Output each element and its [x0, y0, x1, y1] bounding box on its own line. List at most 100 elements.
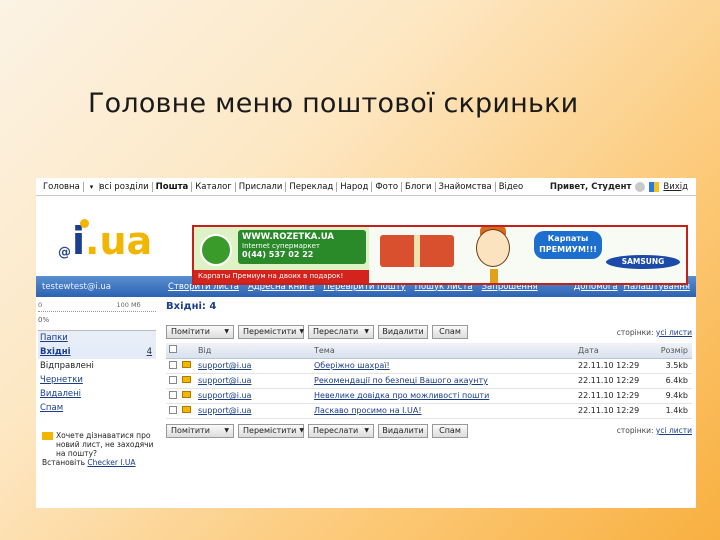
- pagination: сторінки: усі листи: [617, 426, 692, 435]
- row-checkbox[interactable]: [169, 405, 177, 414]
- pagination: сторінки: усі листи: [617, 328, 692, 337]
- header: @ i .ua WWW.ROZETKA.UA Internet супермар…: [36, 196, 696, 285]
- folder-label: Відправлені: [40, 361, 94, 371]
- chevron-down-icon: ▼: [299, 328, 304, 335]
- row-checkbox-cell: [166, 373, 182, 389]
- row-checkbox[interactable]: [169, 360, 177, 369]
- row-icon-cell: [182, 373, 198, 389]
- nav-link-sent[interactable]: Прислали: [236, 181, 287, 192]
- user-greeting: Привет, Студент: [549, 181, 632, 192]
- chevron-down-icon: ▼: [224, 328, 229, 335]
- iua-logo[interactable]: @ i .ua: [58, 219, 152, 260]
- message-from[interactable]: support@i.ua: [198, 403, 314, 419]
- message-size: 6.4kb: [652, 373, 692, 389]
- select-all-checkbox[interactable]: [169, 345, 177, 354]
- folders-header[interactable]: Папки: [38, 331, 156, 345]
- column-date[interactable]: Дата: [578, 343, 652, 359]
- column-size[interactable]: Розмір: [652, 343, 692, 359]
- row-checkbox[interactable]: [169, 390, 177, 399]
- quota-bar: [38, 311, 156, 314]
- envelope-icon: [182, 361, 191, 368]
- rozetka-box: WWW.ROZETKA.UA Internet супермаркет 0(44…: [238, 230, 366, 264]
- message-subject[interactable]: Невелике довідка про можливості пошти: [314, 388, 578, 404]
- message-subject[interactable]: Ласкаво просимо на I.UA!: [314, 403, 578, 419]
- nav-link-dating[interactable]: Знайомства: [436, 181, 496, 192]
- sidebar-item-inbox[interactable]: Вхідні 4: [38, 345, 156, 359]
- chevron-down-icon: ▼: [364, 426, 369, 434]
- nav-link-photo[interactable]: Фото: [372, 181, 403, 192]
- move-dropdown[interactable]: Перемістити ▼: [238, 423, 304, 438]
- nav-link-translate[interactable]: Переклад: [286, 181, 338, 192]
- forward-dropdown[interactable]: Переслати ▼: [308, 423, 374, 438]
- cartoon-head: [476, 229, 510, 267]
- mark-dropdown[interactable]: Помітити ▼: [166, 423, 234, 438]
- message-subject[interactable]: Рекомендації по безпеці Вашого акаунту: [314, 373, 578, 389]
- cartoon-man-icon: [464, 227, 524, 283]
- message-from[interactable]: support@i.ua: [198, 388, 314, 404]
- table-row[interactable]: support@i.ua Ласкаво просимо на I.UA! 22…: [166, 403, 692, 419]
- row-icon-cell: [182, 403, 198, 419]
- column-subject[interactable]: Тема: [314, 343, 578, 359]
- mark-dropdown[interactable]: Помітити ▼: [166, 325, 234, 339]
- forward-label: Переслати: [313, 327, 359, 336]
- message-size: 1.4kb: [652, 403, 692, 419]
- message-date: 22.11.10 12:29: [578, 388, 652, 404]
- nav-link-home[interactable]: Головна: [40, 181, 84, 192]
- ad-banner[interactable]: WWW.ROZETKA.UA Internet супермаркет 0(44…: [192, 225, 688, 285]
- move-dropdown[interactable]: Перемістити ▼: [238, 325, 304, 339]
- message-toolbar-top: Помітити ▼ Перемістити ▼ Переслати ▼ Видали…: [166, 324, 692, 340]
- spam-button[interactable]: Спам: [432, 423, 468, 438]
- message-subject[interactable]: Оберіжно шахраї!: [314, 358, 578, 374]
- sidebar-item-deleted[interactable]: Видалені: [38, 387, 156, 401]
- delete-button[interactable]: Видалити: [378, 423, 428, 438]
- forward-dropdown[interactable]: Переслати ▼: [308, 325, 374, 339]
- top-navigation: Головна ▾ всі розділи Пошта Каталог Прис…: [36, 178, 696, 196]
- message-from[interactable]: support@i.ua: [198, 373, 314, 389]
- mark-label: Помітити: [171, 327, 210, 336]
- pages-label: сторінки:: [616, 426, 654, 435]
- chevron-down-icon: ▾: [86, 182, 100, 191]
- delete-button[interactable]: Видалити: [378, 325, 428, 339]
- banner-phone: 0(44) 537 02 22: [242, 250, 314, 259]
- nav-link-all-sections[interactable]: ▾ всі розділи: [84, 181, 153, 192]
- table-row[interactable]: support@i.ua Невелике довідка про можлив…: [166, 388, 692, 404]
- nav-link-blogs[interactable]: Блоги: [402, 181, 436, 192]
- message-size: 9.4kb: [652, 388, 692, 404]
- slide-title: Головне меню поштової скриньки: [88, 88, 579, 119]
- language-flag-icon[interactable]: [649, 181, 660, 192]
- header-icon-cell: [182, 343, 198, 359]
- message-date: 22.11.10 12:29: [578, 373, 652, 389]
- checker-link[interactable]: Checker I.UA: [87, 458, 135, 467]
- logout-link[interactable]: Вихід: [663, 182, 688, 192]
- sidebar-item-sent[interactable]: Відправлені: [38, 359, 156, 373]
- pages-label: сторінки:: [616, 327, 654, 337]
- table-row[interactable]: support@i.ua Оберіжно шахраї! 22.11.10 1…: [166, 358, 692, 374]
- settings-icon[interactable]: [635, 181, 646, 192]
- row-checkbox[interactable]: [169, 375, 177, 384]
- sidebar-item-drafts[interactable]: Чернетки: [38, 373, 156, 387]
- message-size: 3.5kb: [652, 358, 692, 374]
- column-from[interactable]: Від: [198, 343, 314, 359]
- nav-link-people[interactable]: Народ: [337, 181, 373, 192]
- spam-button[interactable]: Спам: [432, 325, 468, 339]
- folder-label: Чернетки: [40, 375, 83, 385]
- banner-strip: Карпаты Премиум на двоих в подарок!: [194, 270, 369, 283]
- table-row[interactable]: support@i.ua Рекомендації по безпеці Ваш…: [166, 373, 692, 389]
- forward-label: Переслати: [313, 425, 359, 435]
- nav-link-mail[interactable]: Пошта: [153, 181, 193, 192]
- cartoon-tie: [490, 269, 498, 283]
- message-from[interactable]: support@i.ua: [198, 358, 314, 374]
- sidebar-item-spam[interactable]: Спам: [38, 401, 156, 415]
- header-checkbox-cell: [166, 343, 182, 359]
- checker-promo: Хочете дізнаватися про новий лист, не за…: [38, 431, 156, 467]
- account-email: testewtest@i.ua: [42, 281, 111, 292]
- row-checkbox-cell: [166, 388, 182, 404]
- nav-link-catalog[interactable]: Каталог: [192, 181, 236, 192]
- pages-link[interactable]: усі листи: [656, 426, 692, 435]
- top-nav-links: Головна ▾ всі розділи Пошта Каталог Прис…: [40, 181, 550, 192]
- pages-link[interactable]: усі листи: [656, 328, 692, 337]
- row-icon-cell: [182, 388, 198, 404]
- nav-link-video[interactable]: Відео: [496, 182, 527, 192]
- sidebar: 0 100 Мб 0% Папки Вхідні 4 Відправлені Че…: [36, 297, 158, 467]
- row-checkbox-cell: [166, 403, 182, 419]
